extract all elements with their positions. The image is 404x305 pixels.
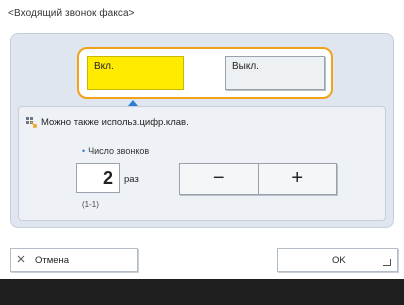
cancel-button[interactable]: Отмена [10,248,138,272]
cancel-label: Отмена [35,254,70,266]
decrement-button[interactable]: − [179,163,259,195]
ok-label: OK [332,255,346,266]
ring-count-label: • Число звонков [82,146,149,156]
bullet-icon: • [82,146,86,156]
ok-button[interactable]: OK [277,248,398,272]
off-button[interactable]: Выкл. [225,56,325,90]
enter-corner-icon [383,259,391,266]
ring-count-stepper: − + [179,163,337,195]
on-off-toggle-group: Вкл. Выкл. [77,47,333,99]
ring-count-input[interactable]: 2 [76,163,120,193]
page-title: <Входящий звонок факса> [8,8,135,19]
close-icon [17,255,25,266]
unit-label: раз [124,174,139,185]
range-label: (1-1) [82,200,99,209]
numeric-keypad-icon [25,116,37,128]
bottom-status-bar [0,279,404,305]
keypad-hint: Можно также использ.цифр.клав. [25,116,189,128]
ring-count-label-text: Число звонков [88,146,150,156]
hint-text: Можно также использ.цифр.клав. [41,116,189,128]
on-button[interactable]: Вкл. [87,56,184,90]
increment-button[interactable]: + [258,163,337,195]
